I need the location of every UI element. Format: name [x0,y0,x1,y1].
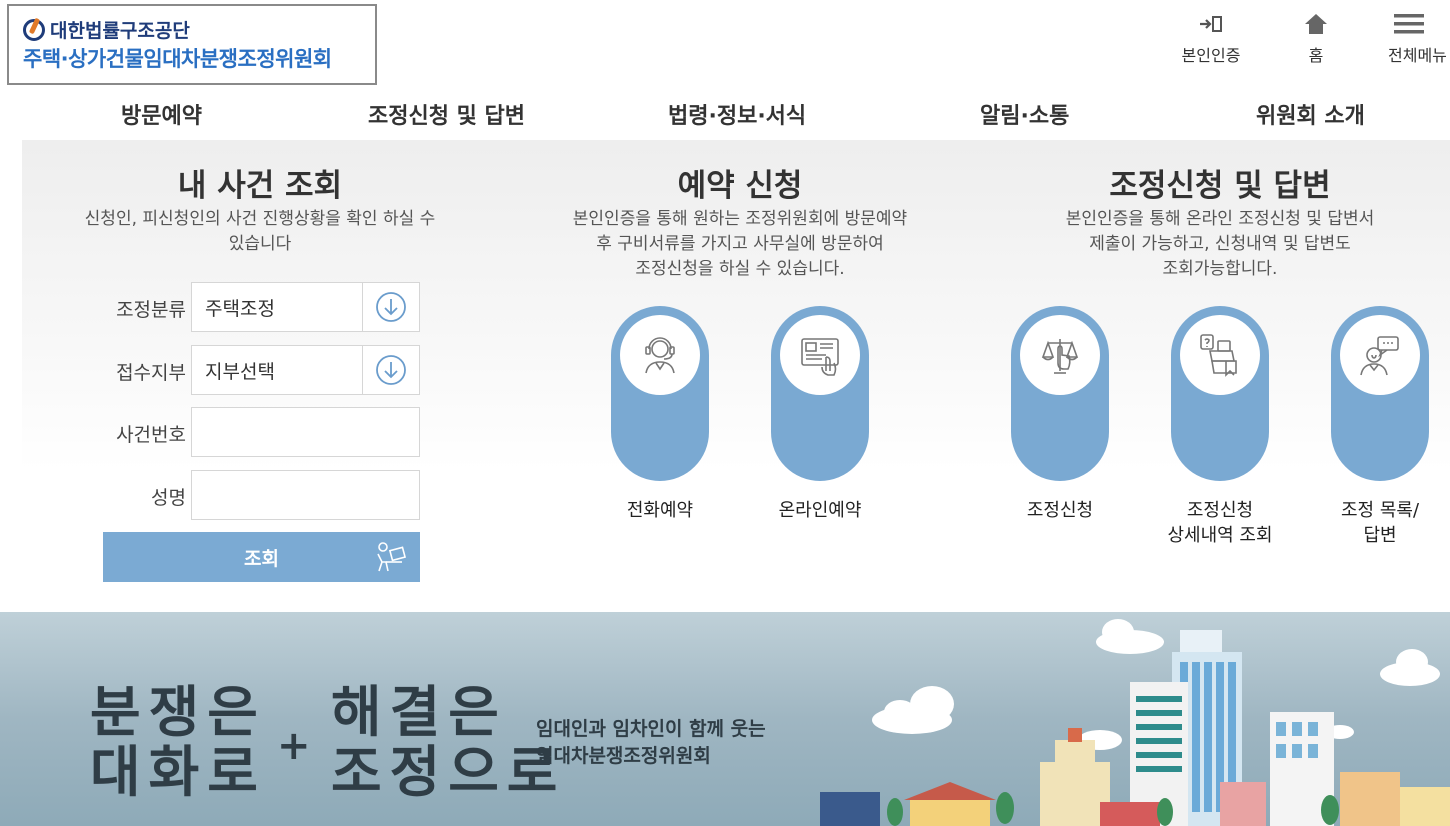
mediation-list-label-line2: 답변 [1363,525,1397,546]
nav-visit-reservation[interactable]: 방문예약 [121,98,202,130]
mediation-title: 조정신청 및 답변 [1109,168,1331,204]
site-logo[interactable]: 대한법률구조공단 주택·상가건물임대차분쟁조정위원회 [7,4,377,85]
headset-person-icon [620,315,700,395]
lookup-submit-button[interactable]: 조회 [103,532,420,582]
search-document-icon [1180,315,1260,395]
category-value: 주택조정 [205,297,275,320]
case-number-input[interactable] [191,407,420,457]
branch-label: 접수지부 [116,362,186,384]
nav-committee-intro[interactable]: 위원회 소개 [1256,98,1365,130]
online-reservation-label[interactable]: 온라인예약 [740,498,900,523]
lookup-submit-label: 조회 [244,547,279,570]
committee-name: 주택·상가건물임대차분쟁조정위원회 [23,47,332,71]
case-lookup-title: 내 사건 조회 [177,168,343,204]
phone-reservation-button[interactable] [611,306,709,481]
mediation-list-label[interactable]: 조정 목록/ 답변 [1300,498,1450,548]
mediation-desc: 본인인증을 통해 온라인 조정신청 및 답변서 제출이 가능하고, 신청내역 및… [1010,207,1430,282]
case-lookup-desc: 신청인, 피신청인의 사건 진행상황을 확인 하실 수 있습니다 [50,207,470,257]
mediation-apply-label-line1: 조정신청 [1026,500,1094,521]
case-lookup-desc-line1: 신청인, 피신청인의 사건 진행상황을 확인 하실 수 [84,209,436,229]
phone-reservation-label[interactable]: 전화예약 [580,498,740,523]
reservation-desc-line2: 후 구비서류를 가지고 사무실에 방문하여 [596,234,884,254]
mediation-detail-label-line2: 상세내역 조회 [1167,525,1273,546]
slogan-a-line1: 분쟁은 [90,680,266,744]
reservation-desc-line1: 본인인증을 통해 원하는 조정위원회에 방문예약 [572,209,908,229]
nav-notice-communication[interactable]: 알림·소통 [980,98,1069,130]
mediation-apply-button[interactable] [1011,306,1109,481]
reservation-desc-line3: 조정신청을 하실 수 있습니다. [635,259,845,279]
org-name-text: 대한법률구조공단 [50,20,190,42]
person-computer-icon [374,540,408,579]
chevron-down-icon [362,283,419,331]
speech-person-icon [1340,315,1420,395]
login-icon [1178,12,1244,36]
slogan-part-b: 해결은 조정으로 [331,682,565,802]
online-reservation-button[interactable] [771,306,869,481]
hamburger-menu-icon [1388,12,1450,36]
nav-law-info-forms[interactable]: 법령·정보·서식 [668,98,806,130]
mediation-desc-line3: 조회가능합니다. [1162,259,1278,279]
banner-subtitle-line1: 임대인과 임차인이 함께 웃는 [536,718,766,740]
branch-value: 지부선택 [205,360,275,383]
mediation-list-button[interactable] [1331,306,1429,481]
name-input[interactable] [191,470,420,520]
name-label: 성명 [151,487,186,509]
chevron-down-icon [362,346,419,394]
promo-banner: 분쟁은 대화로 + 해결은 조정으로 임대인과 임차인이 함께 웃는 임대차분쟁… [0,612,1450,826]
home-link[interactable]: 홈 [1296,12,1336,66]
mediation-detail-button[interactable] [1171,306,1269,481]
reservation-desc: 본인인증을 통해 원하는 조정위원회에 방문예약 후 구비서류를 가지고 사무실… [530,207,950,282]
org-emblem-icon [23,18,45,41]
reservation-title: 예약 신청 [677,168,803,204]
city-skyline-illustration [820,619,1450,826]
mediation-desc-line1: 본인인증을 통해 온라인 조정신청 및 답변서 [1065,209,1375,229]
org-name: 대한법률구조공단 [23,16,190,43]
case-number-label: 사건번호 [116,424,186,446]
all-menu-link[interactable]: 전체메뉴 [1388,12,1450,66]
slogan-part-a: 분쟁은 대화로 [90,682,266,802]
mediation-apply-label[interactable]: 조정신청 [980,498,1140,523]
scales-hand-icon [1020,315,1100,395]
slogan-plus: + [277,723,311,769]
slogan-b-line2: 조정으로 [331,740,566,804]
category-select[interactable]: 주택조정 [191,282,420,332]
case-lookup-desc-line2: 있습니다 [228,234,292,254]
auth-label: 본인인증 [1181,46,1241,65]
nav-mediation-apply[interactable]: 조정신청 및 답변 [368,98,525,130]
auth-link[interactable]: 본인인증 [1178,12,1244,66]
category-label: 조정분류 [116,299,186,321]
branch-select[interactable]: 지부선택 [191,345,420,395]
slogan-a-line2: 대화로 [90,740,266,804]
banner-subtitle-line2: 임대차분쟁조정위원회 [536,745,711,767]
online-form-icon [780,315,860,395]
banner-subtitle: 임대인과 임차인이 함께 웃는 임대차분쟁조정위원회 [536,716,766,770]
slogan-b-line1: 해결은 [331,680,507,744]
mediation-list-label-line1: 조정 목록/ [1340,500,1420,521]
home-icon [1296,12,1336,36]
mediation-detail-label-line1: 조정신청 [1186,500,1254,521]
all-menu-label: 전체메뉴 [1388,46,1447,65]
home-label: 홈 [1308,46,1324,65]
mediation-desc-line2: 제출이 가능하고, 신청내역 및 답변도 [1089,234,1351,254]
mediation-detail-label[interactable]: 조정신청 상세내역 조회 [1140,498,1300,548]
